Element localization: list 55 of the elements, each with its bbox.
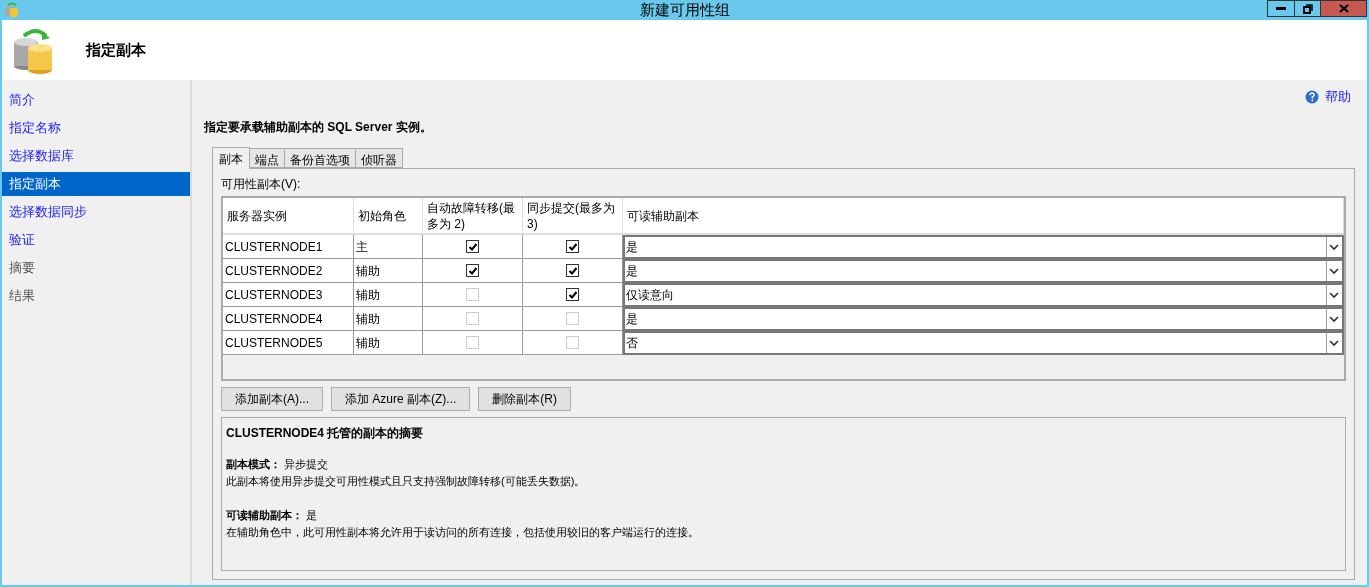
summary-heading: 副本模式： 异步提交 — [226, 457, 330, 472]
button[interactable]: 添加 Azure 副本(Z)... — [331, 387, 471, 411]
caret-icon — [1326, 285, 1342, 305]
page-title: 指定副本 — [86, 39, 146, 60]
checkbox[interactable] — [466, 264, 479, 277]
sidebar-item[interactable]: 验证 — [2, 228, 190, 252]
table-cell: 辅助 — [354, 259, 423, 283]
readable-dropdown[interactable]: 是 — [623, 235, 1344, 259]
sidebar-item[interactable]: 选择数据同步 — [2, 200, 190, 224]
tab[interactable]: 侦听器 — [355, 148, 403, 168]
checkbox[interactable] — [566, 240, 579, 253]
caret-icon — [1326, 333, 1342, 353]
tab[interactable]: 备份首选项 — [284, 148, 356, 168]
table-cell: CLUSTERNODE4 — [223, 307, 354, 331]
sidebar-item[interactable]: 指定名称 — [2, 116, 190, 140]
table-cell: CLUSTERNODE5 — [223, 331, 354, 355]
table-cell: CLUSTERNODE2 — [223, 259, 354, 283]
summary-description: 此副本将使用异步提交可用性模式且只支持强制故障转移(可能丢失数据)。 — [226, 473, 587, 489]
minimize-button[interactable] — [1267, 0, 1295, 17]
sidebar-item[interactable]: 选择数据库 — [2, 144, 190, 168]
tab[interactable]: 副本 — [212, 147, 250, 169]
readable-dropdown[interactable]: 仅读意向 — [623, 283, 1344, 307]
checkbox[interactable] — [566, 288, 579, 301]
instruction-text: 指定要承载辅助副本的 SQL Server 实例。 — [204, 119, 433, 136]
restore-icon — [1302, 3, 1313, 14]
restore-button[interactable] — [1295, 0, 1321, 17]
caret-icon — [1326, 261, 1342, 281]
caret-icon — [1326, 309, 1342, 329]
summary-heading: 可读辅助副本： 是 — [226, 508, 319, 523]
readable-dropdown[interactable]: 是 — [623, 307, 1344, 331]
table-cell: CLUSTERNODE3 — [223, 283, 354, 307]
close-icon — [1338, 4, 1349, 13]
sidebar-item[interactable]: 指定副本 — [2, 172, 190, 196]
sidebar-item[interactable]: 简介 — [2, 88, 190, 112]
table-cell: CLUSTERNODE1 — [223, 235, 354, 259]
table-cell: 辅助 — [354, 283, 423, 307]
readable-dropdown[interactable]: 否 — [623, 331, 1344, 355]
checkbox[interactable] — [466, 240, 479, 253]
app-icon — [4, 2, 20, 18]
readable-dropdown[interactable]: 是 — [623, 259, 1344, 283]
help-icon — [1305, 90, 1319, 104]
summary-description: 在辅助角色中，此可用性副本将允许用于读访问的所有连接，包括使用较旧的客户端运行的连接。 — [226, 524, 700, 540]
table-cell: 辅助 — [354, 307, 423, 331]
checkbox[interactable] — [566, 264, 579, 277]
button[interactable]: 添加副本(A)... — [221, 387, 323, 411]
summary-title: CLUSTERNODE4 托管的副本的摘要 — [226, 425, 425, 442]
close-button[interactable] — [1321, 0, 1367, 17]
table-cell: 辅助 — [354, 331, 423, 355]
grid-label: 可用性副本(V): — [221, 176, 302, 193]
window-title: 新建可用性组 — [639, 0, 730, 20]
table-cell: 主 — [354, 235, 423, 259]
button[interactable]: 删除副本(R) — [478, 387, 571, 411]
tab[interactable]: 端点 — [249, 148, 285, 168]
caret-icon — [1326, 237, 1342, 257]
help-link[interactable]: 帮助 — [1325, 87, 1351, 107]
